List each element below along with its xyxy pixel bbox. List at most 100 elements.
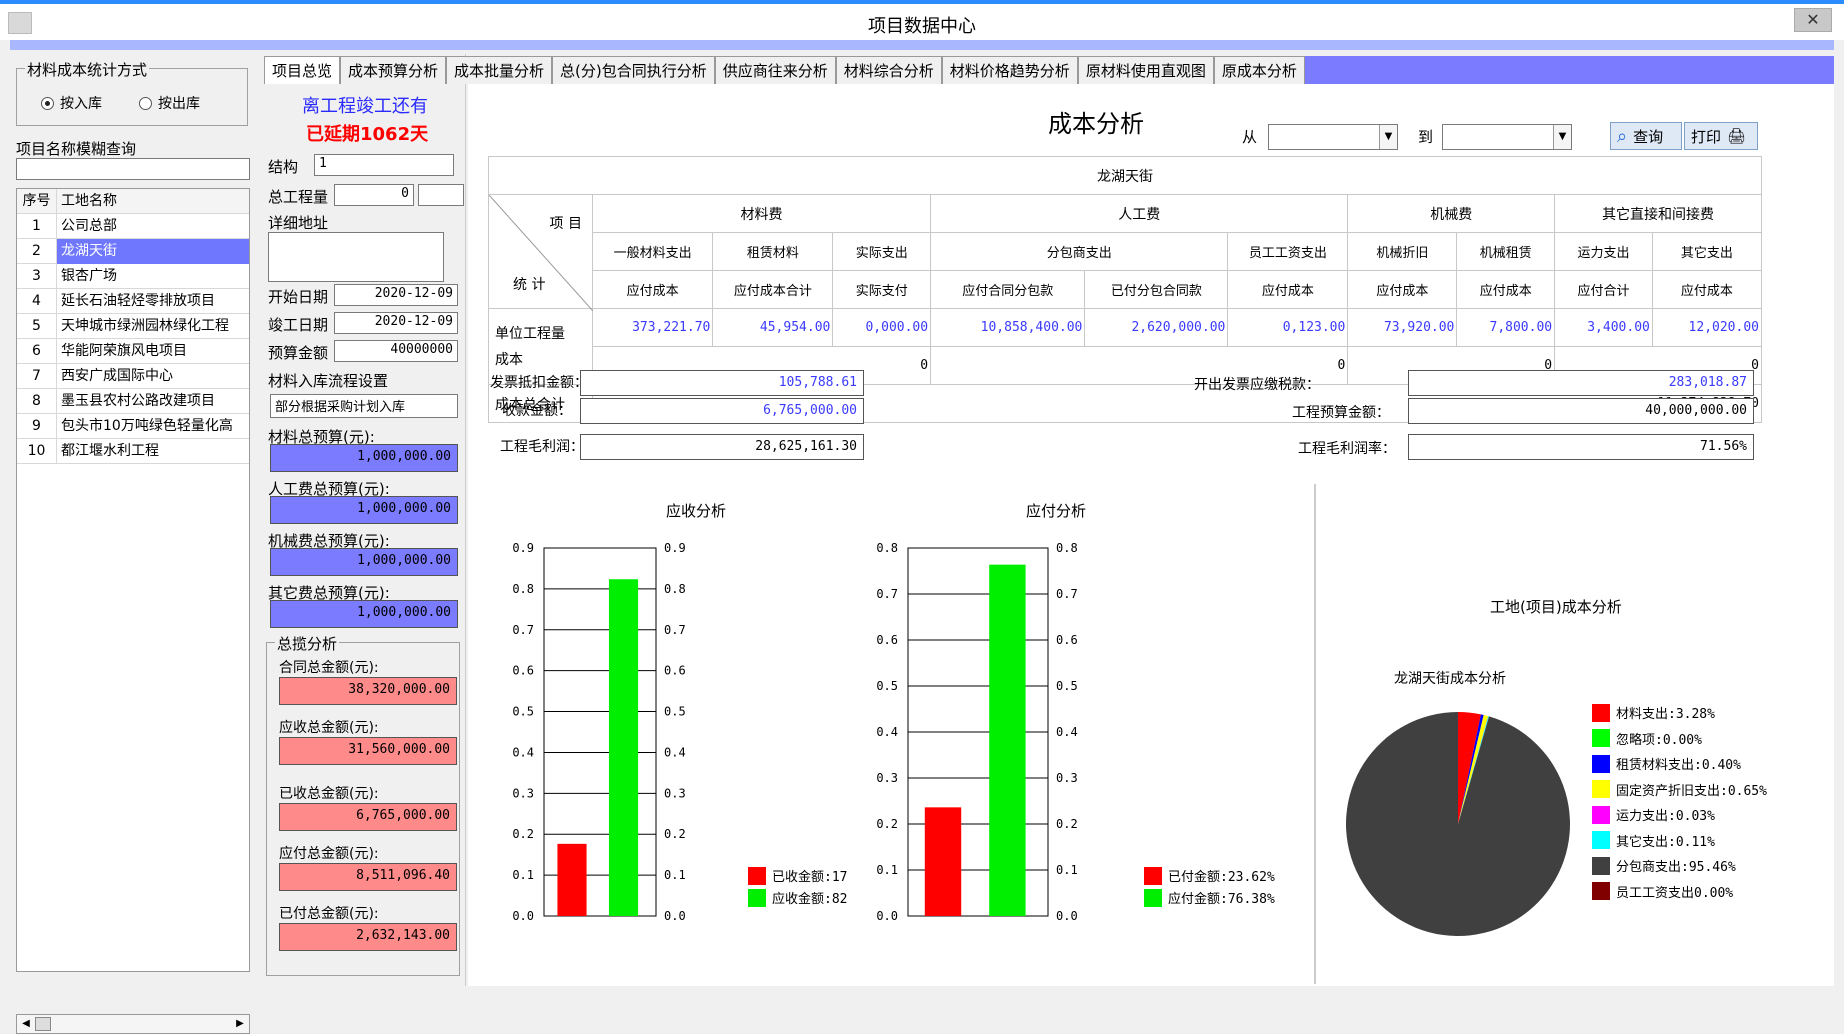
tab-supplier[interactable]: 供应商往来分析 [714, 56, 836, 84]
legend-swatch [1592, 882, 1610, 901]
y-tick-label: 0.0 [512, 909, 534, 923]
payable-label: 应付总金额(元): [279, 846, 379, 862]
table-row[interactable]: 7 西安广成国际中心 [17, 364, 249, 389]
chevron-down-icon[interactable]: ▼ [1553, 125, 1571, 149]
y-tick-label: 0.4 [1056, 725, 1078, 739]
group-material: 材料费 [591, 194, 932, 233]
sub-header: 员工工资支出 [1227, 232, 1349, 271]
chart-title: 应收分析 [666, 502, 727, 520]
pie-chart-title: 工地(项目)成本分析 [1490, 598, 1622, 616]
query-button[interactable]: ⌕ 查询 [1610, 122, 1682, 150]
table-row[interactable]: 2 龙湖天街 [17, 238, 249, 264]
sub-header: 租赁材料 [712, 232, 834, 271]
legend-payable: 应付金额:76.38% [1144, 888, 1275, 907]
page-title: 成本分析 [1048, 110, 1144, 138]
table-row[interactable]: 1 公司总部 [17, 214, 249, 239]
budget-field[interactable]: 40000000 [334, 340, 458, 362]
header-no[interactable]: 序号 [17, 189, 57, 213]
radio-out[interactable]: 按出库 [139, 93, 200, 113]
y-tick-label: 0.1 [876, 863, 898, 877]
tab-budget[interactable]: 成本预算分析 [340, 56, 447, 84]
profit-value: 28,625,161.30 [580, 434, 864, 460]
y-tick-label: 0.3 [664, 786, 686, 800]
table-row[interactable]: 4 延长石油轻烃零排放项目 [17, 289, 249, 314]
y-tick-label: 0.1 [1056, 863, 1078, 877]
radio-in-dot[interactable] [41, 96, 54, 110]
overview-group: 总揽分析 合同总金额(元): 38,320,000.00 应收总金额(元): 3… [266, 633, 460, 976]
y-tick-label: 0.6 [1056, 633, 1078, 647]
tax-label: 开出发票应缴税款： [1194, 377, 1320, 393]
y-tick-label: 0.6 [664, 664, 686, 678]
y-tick-label: 0.5 [876, 679, 898, 693]
legend-label: 员工工资支出0.00% [1616, 885, 1734, 901]
sub-header: 机械折旧 [1347, 232, 1458, 271]
grid-header: 序号 工地名称 [17, 189, 249, 214]
receivable-chart: 应收分析 0.0 0.0 0.1 0.1 0.2 0.2 0.3 0.3 0.4 0.4 0.5 0.… [468, 484, 848, 986]
value-cell: 10,858,400.00 [930, 308, 1086, 347]
legend-paid: 已付金额:23.62% [1144, 866, 1275, 885]
project-info-panel: 离工程竣工还有 已延期1062天 结构 1 总工程量 0 详细地址 开始日期 2… [262, 54, 466, 986]
tab-usage[interactable]: 原材料使用直观图 [1077, 56, 1214, 84]
pie-legend-item: 固定资产折旧支出:0.65% [1592, 777, 1767, 803]
contract-label: 合同总金额(元): [279, 660, 379, 676]
payable-chart: 应付分析 0.0 0.0 0.1 0.1 0.2 0.2 0.3 0.3 0.4 0.4 0.5 0.… [848, 484, 1118, 986]
scroll-left-icon[interactable]: ◀ [19, 1017, 33, 1031]
received-value: 6,765,000.00 [279, 803, 457, 831]
sub2-header: 应付成本 [1456, 270, 1556, 309]
start-date-field[interactable]: 2020-12-09 [334, 284, 458, 306]
group-other: 其它直接和间接费 [1554, 194, 1762, 233]
legend-label: 分包商支出:95.46% [1616, 860, 1736, 876]
table-row[interactable]: 10 都江堰水利工程 [17, 439, 249, 464]
legend-swatch [1592, 754, 1610, 773]
payable-bar-svg: 0.0 0.0 0.1 0.1 0.2 0.2 0.3 0.3 0.4 0.4 0.5 0.5 0.6 0… [876, 541, 1078, 923]
bar [924, 807, 962, 916]
flow-field[interactable]: 部分根据采购计划入库 [270, 394, 458, 418]
header-strip [10, 40, 1834, 50]
radio-in[interactable]: 按入库 [41, 93, 102, 113]
profit-label: 工程毛利润： [500, 439, 584, 455]
from-date-select[interactable]: ▼ [1268, 124, 1398, 150]
sub-header: 分包商支出 [930, 232, 1229, 271]
chevron-down-icon[interactable]: ▼ [1379, 125, 1397, 149]
pie-legend-item: 租赁材料支出:0.40% [1592, 751, 1767, 777]
table-row[interactable]: 8 墨玉县农村公路改建项目 [17, 389, 249, 414]
main-content: 成本分析 从 ▼ 到 ▼ ⌕ 查询 打印 🖨 龙湖天街 项 目 统 计 材料费 人工… [468, 84, 1834, 986]
receivable-label: 应收总金额(元): [279, 720, 379, 736]
table-row[interactable]: 3 银杏广场 [17, 264, 249, 289]
value-cell: 373,221.70 [591, 308, 714, 347]
proj-budget-value: 40,000,000.00 [1408, 398, 1754, 424]
tab-price-trend[interactable]: 材料价格趋势分析 [941, 56, 1078, 84]
pie-legend-item: 忽略项:0.00% [1592, 726, 1767, 752]
struct-field[interactable]: 1 [314, 154, 454, 176]
sub2-header: 应付成本 [591, 270, 714, 309]
table-row[interactable]: 5 天坤城市绿洲园林绿化工程 [17, 314, 249, 339]
end-date-field[interactable]: 2020-12-09 [334, 312, 458, 334]
to-date-select[interactable]: ▼ [1442, 124, 1572, 150]
total-qty-unit-field[interactable] [418, 184, 464, 206]
scroll-thumb[interactable] [35, 1017, 51, 1031]
scroll-right-icon[interactable]: ▶ [233, 1017, 247, 1031]
tab-batch[interactable]: 成本批量分析 [446, 56, 553, 84]
group-machine: 机械费 [1347, 194, 1556, 233]
y-tick-label: 0.1 [512, 868, 534, 882]
print-button[interactable]: 打印 🖨 [1684, 122, 1758, 150]
value-cell: 2,620,000.00 [1084, 308, 1229, 347]
table-row[interactable]: 6 华能阿荣旗风电项目 [17, 339, 249, 364]
table-row[interactable]: 9 包头市10万吨绿色轻量化高 [17, 414, 249, 439]
receivable-value: 31,560,000.00 [279, 737, 457, 765]
radio-out-dot[interactable] [139, 96, 152, 110]
total-qty-field[interactable]: 0 [334, 184, 414, 206]
tab-contract[interactable]: 总(分)包合同执行分析 [552, 56, 715, 84]
y-tick-label: 0.2 [664, 827, 686, 841]
tab-material[interactable]: 材料综合分析 [835, 56, 942, 84]
y-tick-label: 0.4 [512, 745, 534, 759]
tab-orig-cost[interactable]: 原成本分析 [1213, 56, 1305, 84]
header-name[interactable]: 工地名称 [57, 189, 249, 214]
horizontal-scrollbar[interactable]: ◀ ▶ [16, 1014, 250, 1034]
receipt-label: 收款金额： [502, 403, 572, 419]
close-button[interactable]: ✕ [1794, 8, 1832, 32]
tab-overview[interactable]: 项目总览 [264, 56, 341, 84]
address-field[interactable] [268, 232, 444, 282]
invoice-label: 发票抵扣金额： [490, 375, 588, 391]
search-input[interactable] [16, 158, 250, 180]
